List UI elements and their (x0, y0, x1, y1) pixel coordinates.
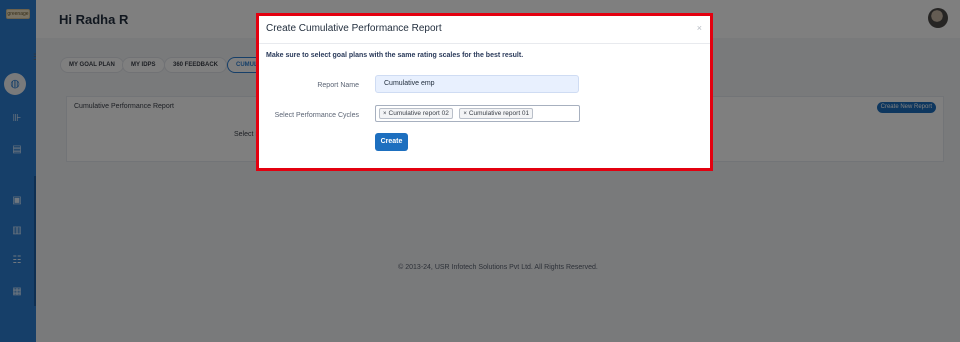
selected-cycle-chip: × Cumulative report 01 (459, 108, 534, 119)
performance-cycles-label: Select Performance Cycles (274, 112, 359, 119)
rating-scale-note: Make sure to select goal plans with the … (266, 52, 524, 59)
modal-header: Create Cumulative Performance Report × (259, 16, 710, 44)
create-button[interactable]: Create (375, 133, 408, 151)
report-name-input[interactable]: Cumulative emp (375, 75, 579, 93)
chip-label: Cumulative report 02 (388, 110, 449, 117)
report-name-label: Report Name (317, 82, 359, 89)
remove-chip-icon[interactable]: × (383, 111, 387, 117)
performance-cycles-multiselect[interactable]: × Cumulative report 02 × Cumulative report… (375, 105, 580, 122)
modal-title: Create Cumulative Performance Report (266, 23, 442, 34)
remove-chip-icon[interactable]: × (463, 111, 467, 117)
close-icon[interactable]: × (697, 23, 702, 33)
create-report-modal: Create Cumulative Performance Report × M… (256, 13, 713, 171)
chip-label: Cumulative report 01 (468, 110, 530, 117)
selected-cycle-chip: × Cumulative report 02 (379, 108, 453, 119)
